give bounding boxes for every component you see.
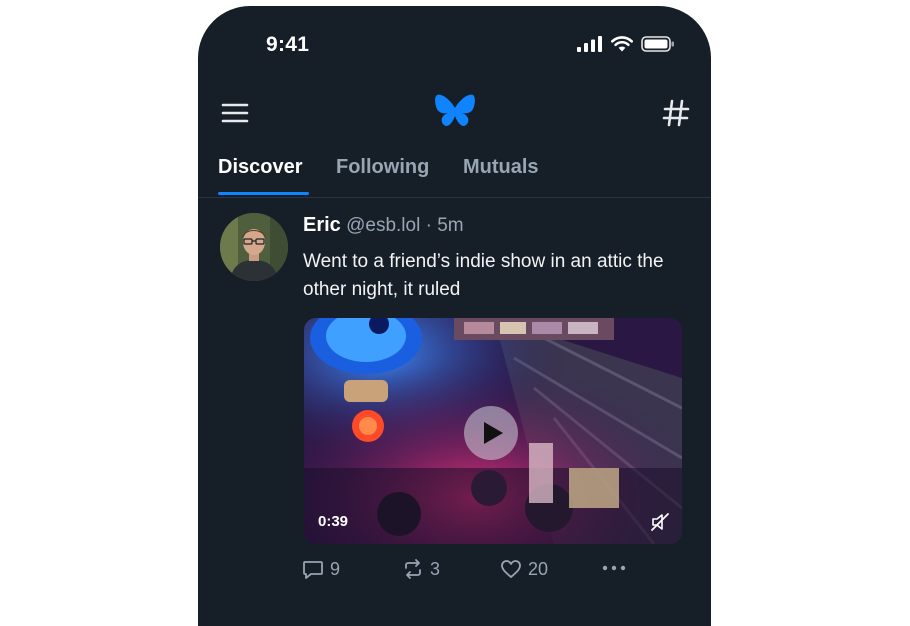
butterfly-logo[interactable] [434, 92, 476, 130]
wifi-icon [611, 36, 633, 52]
tab-following[interactable]: Following [336, 156, 429, 179]
avatar[interactable] [220, 213, 288, 281]
repost-button[interactable]: 3 [402, 558, 440, 580]
author-name[interactable]: Eric [303, 214, 341, 236]
like-count: 20 [528, 558, 549, 579]
post-header: Eric @esb.lol · 5m [303, 214, 464, 237]
avatar-photo [220, 213, 288, 281]
battery-icon [641, 36, 674, 52]
video-duration: 0:39 [318, 513, 349, 530]
tab-discover[interactable]: Discover [218, 156, 303, 179]
repost-icon [405, 559, 421, 579]
reply-button[interactable]: 9 [302, 558, 340, 580]
play-icon [484, 422, 503, 444]
hamburger-menu-icon [221, 103, 249, 123]
mute-button[interactable] [650, 512, 670, 532]
active-tab-indicator [218, 192, 309, 195]
post-timestamp: 5m [437, 215, 464, 236]
author-handle[interactable]: @esb.lol [346, 215, 420, 236]
status-icons [577, 36, 675, 52]
signal-icon [577, 36, 602, 52]
video-player[interactable]: 0:39 [304, 318, 682, 544]
post-actions: 9 3 20 [302, 558, 682, 588]
feed-tabs: Discover Following Mutuals [198, 152, 711, 198]
status-time: 9:41 [266, 33, 310, 56]
butterfly-icon [435, 94, 475, 127]
more-dots-icon [602, 565, 626, 571]
reply-count: 9 [330, 558, 341, 579]
heart-icon [501, 560, 521, 578]
play-button[interactable] [464, 406, 518, 460]
like-button[interactable]: 20 [500, 558, 548, 580]
separator-dot: · [425, 215, 432, 236]
app-screen: 9:41 Discover Following Mutuals Eric @es… [198, 6, 711, 626]
repost-count: 3 [430, 558, 441, 579]
reply-icon [303, 561, 323, 579]
tab-mutuals[interactable]: Mutuals [463, 156, 539, 179]
feeds-button[interactable] [661, 98, 691, 128]
post-text: Went to a friend’s indie show in an atti… [303, 251, 664, 300]
menu-button[interactable] [220, 98, 250, 128]
muted-speaker-icon [651, 513, 669, 531]
more-options-button[interactable] [602, 564, 626, 572]
hashtag-icon [662, 99, 690, 127]
